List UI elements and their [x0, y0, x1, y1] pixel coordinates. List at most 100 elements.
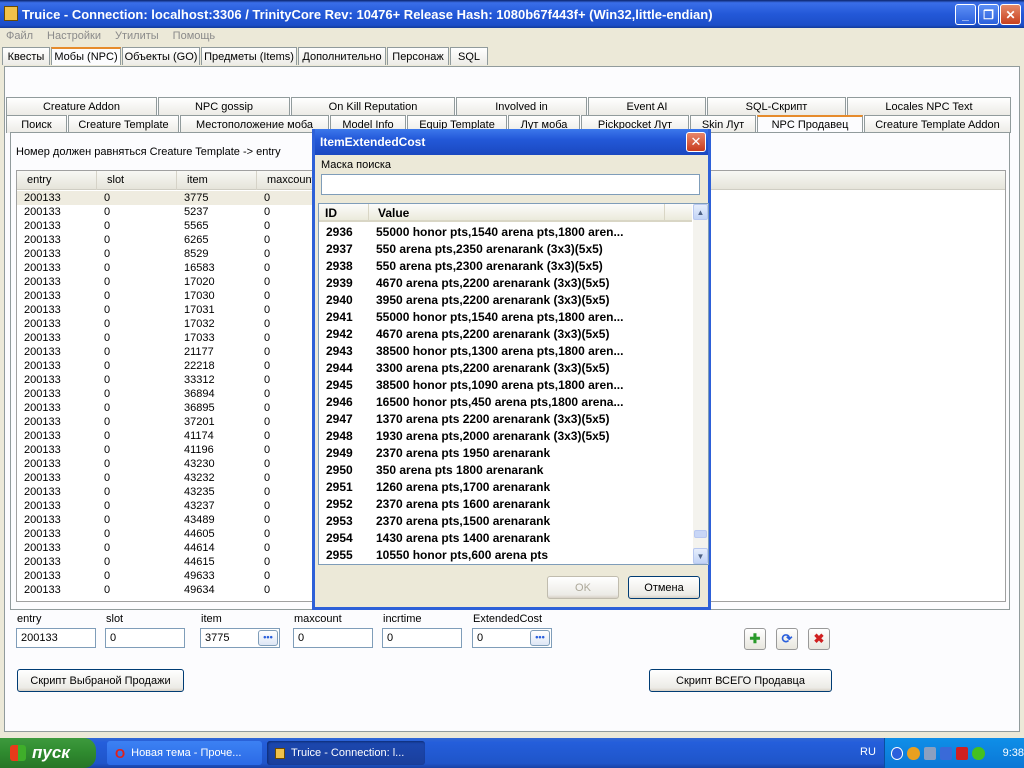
- tab-quests[interactable]: Квесты: [2, 47, 50, 65]
- tray-app-icon[interactable]: [907, 746, 920, 760]
- cancel-button[interactable]: Отмена: [628, 576, 700, 599]
- table-row[interactable]: 200133 0 43489 0: [17, 513, 313, 527]
- extendedcost-list[interactable]: ID Value 2936 55000 honor pts,1540 arena …: [318, 203, 709, 565]
- clock[interactable]: 9:38: [1003, 747, 1024, 759]
- table-row[interactable]: 200133 0 21177 0: [17, 345, 313, 359]
- language-indicator[interactable]: RU: [860, 746, 876, 758]
- tray-monitor-icon[interactable]: [939, 746, 953, 760]
- incrtime-field[interactable]: 0: [382, 628, 462, 648]
- table-row[interactable]: 200133 0 8529 0: [17, 247, 313, 261]
- table-row[interactable]: 200133 0 41174 0: [17, 429, 313, 443]
- tab-on-kill-reputation[interactable]: On Kill Reputation: [291, 97, 455, 115]
- list-item[interactable]: 2954 1430 arena pts 1400 arenarank: [319, 530, 692, 547]
- list-item[interactable]: 2949 2370 arena pts 1950 arenarank: [319, 445, 692, 462]
- list-item[interactable]: 2945 38500 honor pts,1090 arena pts,1800 …: [319, 377, 692, 394]
- table-row[interactable]: 200133 0 33312 0: [17, 373, 313, 387]
- table-row[interactable]: 200133 0 44605 0: [17, 527, 313, 541]
- ok-button[interactable]: OK: [547, 576, 619, 599]
- entry-field[interactable]: 200133: [16, 628, 96, 648]
- tab-search[interactable]: Поиск: [6, 115, 67, 133]
- table-row[interactable]: 200133 0 49634 0: [17, 583, 313, 597]
- list-item[interactable]: 2943 38500 honor pts,1300 arena pts,1800 …: [319, 343, 692, 360]
- tray-network-icon[interactable]: [923, 746, 936, 760]
- table-row[interactable]: 200133 0 5237 0: [17, 205, 313, 219]
- table-row[interactable]: 200133 0 44615 0: [17, 555, 313, 569]
- list-item[interactable]: 2944 3300 arena pts,2200 arenarank (3x3)(…: [319, 360, 692, 377]
- tab-npc-gossip[interactable]: NPC gossip: [158, 97, 290, 115]
- table-row[interactable]: 200133 0 49633 0: [17, 569, 313, 583]
- table-row[interactable]: 200133 0 6265 0: [17, 233, 313, 247]
- tab-gameobjects[interactable]: Объекты (GO): [122, 47, 200, 65]
- tray-shield-icon[interactable]: [956, 746, 969, 760]
- tab-npc-vendor[interactable]: NPC Продавец: [757, 115, 863, 133]
- col-item[interactable]: item: [177, 171, 257, 190]
- list-item[interactable]: 2951 1260 arena pts,1700 arenarank: [319, 479, 692, 496]
- maximize-button[interactable]: ❐: [978, 4, 999, 25]
- table-row[interactable]: 200133 0 43232 0: [17, 471, 313, 485]
- table-row[interactable]: 200133 0 3775 0: [17, 191, 313, 205]
- table-row[interactable]: 200133 0 16583 0: [17, 261, 313, 275]
- tab-character[interactable]: Персонаж: [387, 47, 449, 65]
- col-entry[interactable]: entry: [17, 171, 97, 190]
- start-button[interactable]: пуск: [0, 738, 96, 768]
- menu-settings[interactable]: Настройки: [47, 30, 101, 42]
- list-item[interactable]: 2950 350 arena pts 1800 arenarank: [319, 462, 692, 479]
- table-row[interactable]: 200133 0 37201 0: [17, 415, 313, 429]
- close-button[interactable]: ✕: [1000, 4, 1021, 25]
- tray-antivirus-icon[interactable]: [972, 746, 985, 760]
- list-item[interactable]: 2952 2370 arena pts 1600 arenarank: [319, 496, 692, 513]
- refresh-icon[interactable]: ⟳: [776, 628, 798, 650]
- dialog-close-icon[interactable]: ✕: [686, 132, 706, 152]
- task-opera[interactable]: O Новая тема - Проче...: [107, 741, 262, 765]
- menu-file[interactable]: Файл: [6, 30, 33, 42]
- minimize-button[interactable]: _: [955, 4, 976, 25]
- tab-locales-npc-text[interactable]: Locales NPC Text: [847, 97, 1011, 115]
- script-all-button[interactable]: Скрипт ВСЕГО Продавца: [649, 669, 832, 692]
- table-row[interactable]: 200133 0 41196 0: [17, 443, 313, 457]
- list-item[interactable]: 2941 55000 honor pts,1540 arena pts,1800 …: [319, 309, 692, 326]
- tab-involved-in[interactable]: Involved in: [456, 97, 587, 115]
- menu-help[interactable]: Помощь: [173, 30, 216, 42]
- maxcount-field[interactable]: 0: [293, 628, 373, 648]
- tab-event-ai[interactable]: Event AI: [588, 97, 706, 115]
- scroll-thumb[interactable]: [694, 530, 707, 538]
- scroll-up-icon[interactable]: ▲: [693, 204, 708, 220]
- list-item[interactable]: 2940 3950 arena pts,2200 arenarank (3x3)(…: [319, 292, 692, 309]
- tab-items[interactable]: Предметы (Items): [201, 47, 297, 65]
- delete-icon[interactable]: ✖: [808, 628, 830, 650]
- tab-npc[interactable]: Мобы (NPC): [51, 47, 121, 65]
- table-row[interactable]: 200133 0 43237 0: [17, 499, 313, 513]
- task-truice[interactable]: Truice - Connection: l...: [267, 741, 425, 765]
- extendedcost-lookup-button[interactable]: •••: [530, 630, 550, 646]
- col-id[interactable]: ID: [319, 204, 369, 220]
- col-slot[interactable]: slot: [97, 171, 177, 190]
- tab-creature-location[interactable]: Местоположение моба: [180, 115, 329, 133]
- table-row[interactable]: 200133 0 36895 0: [17, 401, 313, 415]
- list-item[interactable]: 2942 4670 arena pts,2200 arenarank (3x3)(…: [319, 326, 692, 343]
- list-item[interactable]: 2936 55000 honor pts,1540 arena pts,1800 …: [319, 224, 692, 241]
- table-row[interactable]: 200133 0 44614 0: [17, 541, 313, 555]
- tab-creature-template-addon[interactable]: Creature Template Addon: [864, 115, 1011, 133]
- list-item[interactable]: 2939 4670 arena pts,2200 arenarank (3x3)(…: [319, 275, 692, 292]
- tab-sql-script[interactable]: SQL-Скрипт: [707, 97, 846, 115]
- list-scrollbar[interactable]: ▲ ▼: [693, 204, 708, 564]
- list-item[interactable]: 2947 1370 arena pts 2200 arenarank (3x3)(…: [319, 411, 692, 428]
- tab-sql[interactable]: SQL: [450, 47, 488, 65]
- list-item[interactable]: 2946 16500 honor pts,450 arena pts,1800 a…: [319, 394, 692, 411]
- table-row[interactable]: 200133 0 43235 0: [17, 485, 313, 499]
- list-item[interactable]: 2953 2370 arena pts,1500 arenarank: [319, 513, 692, 530]
- table-row[interactable]: 200133 0 17020 0: [17, 275, 313, 289]
- table-row[interactable]: 200133 0 36894 0: [17, 387, 313, 401]
- tab-additional[interactable]: Дополнительно: [298, 47, 386, 65]
- add-icon[interactable]: ✚: [744, 628, 766, 650]
- tray-arrow-icon[interactable]: [891, 746, 904, 760]
- list-item[interactable]: 2937 550 arena pts,2350 arenarank (3x3)(5…: [319, 241, 692, 258]
- table-row[interactable]: 200133 0 17032 0: [17, 317, 313, 331]
- table-row[interactable]: 200133 0 17031 0: [17, 303, 313, 317]
- script-selected-button[interactable]: Скрипт Выбраной Продажи: [17, 669, 184, 692]
- scroll-down-icon[interactable]: ▼: [693, 548, 708, 564]
- tab-creature-template[interactable]: Creature Template: [68, 115, 179, 133]
- table-row[interactable]: 200133 0 22218 0: [17, 359, 313, 373]
- table-row[interactable]: 200133 0 43230 0: [17, 457, 313, 471]
- slot-field[interactable]: 0: [105, 628, 185, 648]
